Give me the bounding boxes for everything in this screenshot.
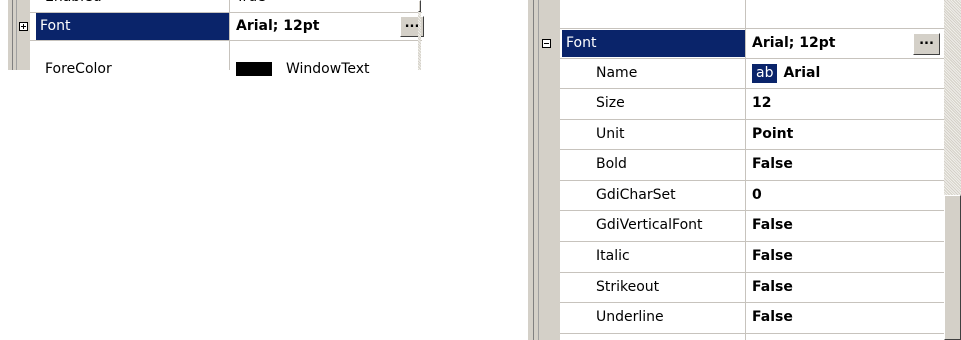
right-row-strikeout[interactable]: Strikeout False: [528, 274, 944, 301]
property-name: Size: [596, 95, 625, 111]
property-name: GdiVerticalFont: [596, 217, 703, 234]
property-value: Point: [752, 125, 794, 142]
right-row-italic[interactable]: Italic False: [528, 243, 944, 270]
right-row-bold[interactable]: Bold False: [528, 151, 944, 178]
left-row-forecolor[interactable]: ForeColor WindowText: [8, 56, 423, 83]
property-value: False: [752, 217, 793, 234]
property-name: Underline: [596, 309, 664, 326]
right-row-name[interactable]: Name ab Arial: [528, 60, 944, 87]
property-value: False: [752, 248, 793, 264]
property-value: 12: [752, 95, 772, 111]
left-row-enabled-name: Enabled: [41, 0, 229, 11]
left-scrollbar-thumb[interactable]: [418, 0, 421, 12]
right-row-unit[interactable]: Unit Point: [528, 121, 944, 148]
right-row-name-label: Name: [596, 65, 638, 81]
left-row-enabled[interactable]: Enabled True: [8, 0, 423, 11]
left-row-forecolor-name: ForeColor: [45, 61, 112, 77]
property-value: False: [752, 278, 793, 295]
right-font-ellipsis-button[interactable]: ...: [913, 33, 940, 55]
font-preview-ab: ab: [752, 63, 778, 83]
left-row-enabled-value: True: [230, 0, 420, 11]
property-name: Bold: [596, 156, 627, 173]
left-row-forecolor-value: WindowText: [286, 61, 370, 77]
left-row-font[interactable]: Font Arial; 12pt ...: [8, 13, 424, 40]
right-row-gdicharset[interactable]: GdiCharSet 0: [528, 182, 944, 209]
expand-plus-icon[interactable]: [19, 22, 28, 31]
property-value: False: [752, 156, 793, 173]
right-row-font[interactable]: Font Arial; 12pt ...: [528, 30, 944, 57]
right-row-size[interactable]: Size 12: [528, 90, 944, 117]
left-property-grid: Enabled True Font Arial; 12pt ... ForeCo…: [8, 0, 424, 77]
right-row-font-value: Arial; 12pt: [752, 35, 836, 51]
left-row-font-name: Font: [36, 13, 229, 40]
right-row-font-name: Font: [562, 30, 745, 57]
property-name: Unit: [596, 125, 625, 142]
right-row-underline[interactable]: Underline False: [528, 304, 944, 331]
property-value: False: [752, 309, 793, 326]
right-row-gdiverticalfont[interactable]: GdiVerticalFont False: [528, 212, 944, 239]
property-name: Italic: [596, 248, 630, 264]
property-value: 0: [752, 186, 762, 203]
property-name: Strikeout: [596, 278, 660, 295]
collapse-minus-icon[interactable]: [542, 39, 551, 48]
property-name: GdiCharSet: [596, 186, 676, 203]
forecolor-swatch: [236, 62, 272, 76]
right-row-name-value: Arial: [783, 65, 821, 81]
right-row-name-value-cell: ab Arial: [746, 60, 936, 87]
left-row-font-value: Arial; 12pt: [236, 18, 320, 34]
right-scrollbar-thumb[interactable]: [944, 195, 961, 340]
right-property-grid: Font Arial; 12pt ... Name ab Arial Size 12…: [528, 0, 944, 340]
